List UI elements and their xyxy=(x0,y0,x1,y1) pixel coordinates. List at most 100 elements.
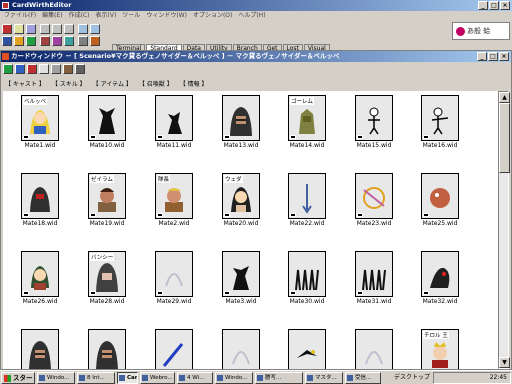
card-item[interactable]: Mate15.wid xyxy=(355,95,393,150)
card-item[interactable]: 隊長 Mate2.wid xyxy=(155,173,193,228)
card-window-icon xyxy=(2,53,9,60)
taskbar-window-button[interactable]: Card... xyxy=(117,372,138,384)
window-icon xyxy=(217,375,223,381)
card-item[interactable]: Mate18.wid xyxy=(21,173,59,228)
taskbar-window-button[interactable]: 謄写... xyxy=(255,372,303,384)
card-filename: Mate29.wid xyxy=(156,298,192,305)
properties-icon[interactable] xyxy=(75,64,85,74)
menu-item[interactable]: ウィンドウ(W) xyxy=(146,11,187,21)
card-item[interactable]: バンシー Mate28.wid xyxy=(88,251,126,306)
open-icon[interactable] xyxy=(14,24,24,34)
edit-card-icon[interactable] xyxy=(15,64,25,74)
card-item[interactable]: Mate10.wid xyxy=(88,95,126,150)
card-window-maximize-button[interactable]: □ xyxy=(488,52,498,61)
card-window-minimize-button[interactable]: _ xyxy=(477,52,487,61)
card-item[interactable]: ベルッペ Mate1.wid xyxy=(21,95,59,150)
card-item[interactable]: チロル 王 xyxy=(421,329,459,369)
maximize-button[interactable]: □ xyxy=(489,1,499,10)
taskbar-button-label: Card... xyxy=(127,375,138,381)
delete-card-icon[interactable] xyxy=(27,64,37,74)
menu-item[interactable]: 編集(E) xyxy=(42,11,62,21)
card-item[interactable]: ゼイラム Mate19.wid xyxy=(88,173,126,228)
card-item[interactable]: Mate25.wid xyxy=(421,173,459,228)
new-icon[interactable] xyxy=(2,24,12,34)
menu-item[interactable]: 表示(V) xyxy=(96,11,117,21)
view-list-icon[interactable] xyxy=(51,64,61,74)
package-icon[interactable] xyxy=(40,36,50,46)
taskbar-window-button[interactable]: 8 Int... xyxy=(77,372,115,384)
taskbar-window-button[interactable]: Windo... xyxy=(37,372,75,384)
add-card-icon[interactable] xyxy=(3,64,13,74)
menu-item[interactable]: オプション(O) xyxy=(193,11,232,21)
view-icons-icon[interactable] xyxy=(39,64,49,74)
clock[interactable]: 22:45 xyxy=(490,374,507,381)
card-item[interactable]: Mate23.wid xyxy=(355,173,393,228)
card-item[interactable] xyxy=(222,329,260,369)
battle-icon[interactable] xyxy=(26,36,36,46)
card-frame xyxy=(355,329,393,369)
card-grid-scrollbar[interactable]: ▲ ▼ xyxy=(498,91,510,369)
menu-item[interactable]: ツール xyxy=(122,11,140,21)
card-item[interactable]: Mate3.wid xyxy=(222,251,260,306)
card-category-tab[interactable]: 【 キャスト 】 xyxy=(3,80,47,89)
undo-icon[interactable] xyxy=(78,24,88,34)
area-icon[interactable] xyxy=(14,36,24,46)
scroll-down-icon[interactable]: ▼ xyxy=(499,357,510,368)
card-item[interactable]: Mate16.wid xyxy=(421,95,459,150)
cut-icon[interactable] xyxy=(40,24,50,34)
card-filename: Mate20.wid xyxy=(223,220,259,227)
taskbar-window-button[interactable]: 4 Wi... xyxy=(177,372,213,384)
card-item[interactable]: Mate30.wid xyxy=(288,251,326,306)
menu-item[interactable]: ファイル(F) xyxy=(4,11,36,21)
card-item[interactable]: Mate22.wid xyxy=(288,173,326,228)
card-category-tab[interactable]: 【 アイテム 】 xyxy=(91,80,134,89)
desktop-toolbar-label[interactable]: デスクトップ xyxy=(394,373,430,383)
paste-icon[interactable] xyxy=(64,24,74,34)
taskbar-window-button[interactable]: Windo... xyxy=(215,372,253,384)
minimize-button[interactable]: _ xyxy=(478,1,488,10)
card-item[interactable]: ゴーレム Mate14.wid xyxy=(288,95,326,150)
card-item[interactable]: Mate32.wid xyxy=(421,251,459,306)
card-item[interactable] xyxy=(155,329,193,369)
card-item[interactable]: ウェダ Mate20.wid xyxy=(222,173,260,228)
card-item[interactable]: Mate29.wid xyxy=(155,251,193,306)
close-button[interactable]: × xyxy=(500,1,510,10)
save-icon[interactable] xyxy=(26,24,36,34)
card-category-tab[interactable]: 【 情報 】 xyxy=(178,80,210,89)
card-window-title: カードウィンドウ － [ Scenario¥マク貸るヴェノサイダー＆ベルッペ ]… xyxy=(11,52,340,60)
card-category-tab[interactable]: 【 召喚獣 】 xyxy=(137,80,175,89)
scroll-thumb[interactable] xyxy=(499,103,510,173)
card-name-label: 隊長 xyxy=(157,175,171,183)
taskbar-window-button[interactable]: 受信... xyxy=(345,372,381,384)
card-category-tab[interactable]: 【 スキル 】 xyxy=(50,80,88,89)
skill-icon[interactable] xyxy=(64,36,74,46)
card-item[interactable] xyxy=(355,329,393,369)
sort-icon[interactable] xyxy=(63,64,73,74)
redo-icon[interactable] xyxy=(90,24,100,34)
card-window-close-button[interactable]: × xyxy=(499,52,509,61)
item-icon[interactable] xyxy=(78,36,88,46)
beast-icon[interactable] xyxy=(90,36,100,46)
card-item[interactable]: Mate31.wid xyxy=(355,251,393,306)
menu-item[interactable]: 作成(C) xyxy=(69,11,90,21)
start-label: スタート xyxy=(13,374,33,382)
taskbar-window-button[interactable]: Webro... xyxy=(140,372,175,384)
card-item[interactable]: Mate11.wid xyxy=(155,95,193,150)
menu-item[interactable]: ヘルプ(H) xyxy=(238,11,265,21)
card-item[interactable] xyxy=(88,329,126,369)
card-item[interactable]: Mate26.wid xyxy=(21,251,59,306)
copy-icon[interactable] xyxy=(52,24,62,34)
card-window-titlebar: カードウィンドウ － [ Scenario¥マク貸るヴェノサイダー＆ベルッペ ]… xyxy=(1,51,511,62)
skeleton-portrait-icon xyxy=(368,107,380,135)
card-frame xyxy=(222,329,260,369)
scroll-up-icon[interactable]: ▲ xyxy=(499,92,510,103)
taskbar-window-button[interactable]: マスタ... xyxy=(305,372,343,384)
start-button[interactable]: スタート xyxy=(1,372,35,384)
card-type-icon xyxy=(423,291,429,295)
card-item[interactable] xyxy=(21,329,59,369)
blob-portrait-icon xyxy=(430,188,450,208)
card-item[interactable] xyxy=(288,329,326,369)
card-item[interactable]: Mate13.wid xyxy=(222,95,260,150)
card-icon[interactable] xyxy=(2,36,12,46)
cast-icon[interactable] xyxy=(52,36,62,46)
